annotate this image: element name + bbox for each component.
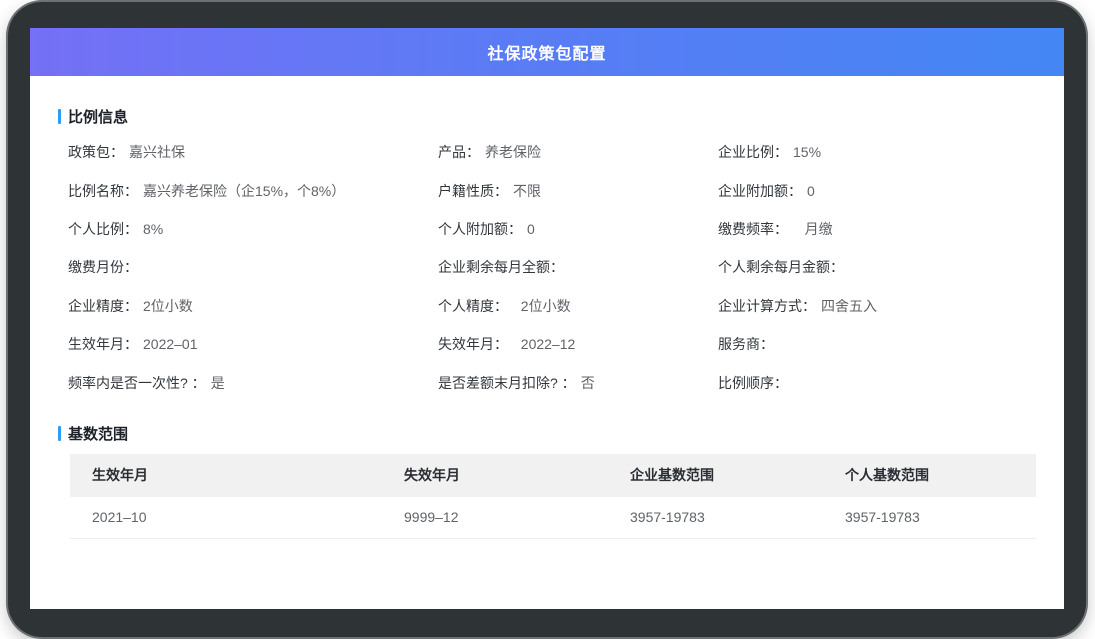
section-accent-bar xyxy=(58,109,61,124)
form-field: 企业计算方式：四舍五入 xyxy=(718,287,1036,325)
field-label: 比例名称： xyxy=(68,181,138,201)
field-label: 频率内是否一次性? ： xyxy=(68,373,206,393)
field-label: 失效年月： xyxy=(438,334,508,354)
table-header-row: 生效年月失效年月企业基数范围个人基数范围 xyxy=(70,454,1036,497)
field-label: 比例顺序： xyxy=(718,373,788,393)
table-header-cell: 失效年月 xyxy=(404,465,630,485)
form-field: 比例名称：嘉兴养老保险（企15%，个8%） xyxy=(68,171,438,209)
table-cell: 2021–10 xyxy=(92,509,404,525)
table-header-cell: 个人基数范围 xyxy=(845,465,1036,485)
form-field: 服务商： xyxy=(718,325,1036,363)
section-accent-bar xyxy=(58,426,61,441)
field-value: 2022–12 xyxy=(513,336,575,352)
field-label: 个人精度： xyxy=(438,296,508,316)
field-value: 8% xyxy=(143,221,163,237)
field-label: 生效年月： xyxy=(68,334,138,354)
form-field: 比例顺序： xyxy=(718,363,1036,401)
table-body: 2021–109999–123957-197833957-19783 xyxy=(70,497,1036,539)
field-label: 企业比例： xyxy=(718,142,788,162)
table-header-cell: 生效年月 xyxy=(92,465,404,485)
field-value: 养老保险 xyxy=(485,142,541,162)
form-field: 个人精度： 2位小数 xyxy=(438,287,718,325)
section-title-label: 比例信息 xyxy=(68,106,128,127)
field-value: 月缴 xyxy=(793,219,833,239)
main-content: 比例信息 政策包：嘉兴社保产品：养老保险企业比例：15%比例名称：嘉兴养老保险（… xyxy=(30,106,1064,539)
field-value: 嘉兴社保 xyxy=(129,142,185,162)
form-field: 失效年月： 2022–12 xyxy=(438,325,718,363)
field-label: 缴费频率： xyxy=(718,219,788,239)
field-value: 嘉兴养老保险（企15%，个8%） xyxy=(143,181,345,201)
field-value: 四舍五入 xyxy=(821,296,877,316)
field-label: 企业计算方式： xyxy=(718,296,816,316)
app-header: 社保政策包配置 xyxy=(30,28,1064,76)
table-cell: 3957-19783 xyxy=(630,509,845,525)
base-range-table: 生效年月失效年月企业基数范围个人基数范围 2021–109999–123957-… xyxy=(70,454,1036,539)
form-field: 企业精度：2位小数 xyxy=(68,287,438,325)
section-title-base-range: 基数范围 xyxy=(58,423,1036,444)
field-value: 否 xyxy=(581,373,595,393)
field-label: 企业精度： xyxy=(68,296,138,316)
field-label: 个人比例： xyxy=(68,219,138,239)
field-label: 产品： xyxy=(438,142,480,162)
field-value: 2位小数 xyxy=(513,296,571,316)
field-value: 不限 xyxy=(513,181,541,201)
form-field: 企业附加额： 0 xyxy=(718,171,1036,209)
section-title-ratio-info: 比例信息 xyxy=(58,106,1036,127)
field-label: 是否差额末月扣除? ： xyxy=(438,373,576,393)
form-field: 个人剩余每月金额： xyxy=(718,248,1036,286)
form-field: 企业比例： 15% xyxy=(718,133,1036,171)
app-window: 社保政策包配置 比例信息 政策包：嘉兴社保产品：养老保险企业比例：15%比例名称… xyxy=(30,28,1064,609)
form-field: 个人附加额： 0 xyxy=(438,210,718,248)
form-field: 缴费频率： 月缴 xyxy=(718,210,1036,248)
form-field: 政策包：嘉兴社保 xyxy=(68,133,438,171)
form-field: 频率内是否一次性? ：是 xyxy=(68,363,438,401)
field-label: 户籍性质： xyxy=(438,181,508,201)
field-value: 15% xyxy=(793,144,821,160)
form-field: 是否差额末月扣除? ：否 xyxy=(438,363,718,401)
form-field: 户籍性质：不限 xyxy=(438,171,718,209)
field-value: 2022–01 xyxy=(143,336,198,352)
form-field: 企业剩余每月全额： xyxy=(438,248,718,286)
table-header-cell: 企业基数范围 xyxy=(630,465,845,485)
field-value: 2位小数 xyxy=(143,296,193,316)
table-row: 2021–109999–123957-197833957-19783 xyxy=(70,497,1036,539)
form-field: 个人比例： 8% xyxy=(68,210,438,248)
field-label: 个人剩余每月金额： xyxy=(718,257,844,277)
field-label: 政策包： xyxy=(68,142,124,162)
form-field: 缴费月份： xyxy=(68,248,438,286)
field-label: 企业剩余每月全额： xyxy=(438,257,564,277)
section-title-label: 基数范围 xyxy=(68,423,128,444)
form-field: 生效年月： 2022–01 xyxy=(68,325,438,363)
field-value: 0 xyxy=(807,183,815,199)
form-field: 产品：养老保险 xyxy=(438,133,718,171)
ratio-info-grid: 政策包：嘉兴社保产品：养老保险企业比例：15%比例名称：嘉兴养老保险（企15%，… xyxy=(68,133,1036,402)
table-cell: 3957-19783 xyxy=(845,509,1036,525)
field-value: 0 xyxy=(527,221,535,237)
device-frame: 社保政策包配置 比例信息 政策包：嘉兴社保产品：养老保险企业比例：15%比例名称… xyxy=(8,2,1086,637)
field-value: 是 xyxy=(211,373,225,393)
field-label: 缴费月份： xyxy=(68,257,138,277)
page-title: 社保政策包配置 xyxy=(487,40,606,64)
field-label: 个人附加额： xyxy=(438,219,522,239)
field-label: 服务商： xyxy=(718,334,774,354)
table-cell: 9999–12 xyxy=(404,509,630,525)
field-label: 企业附加额： xyxy=(718,181,802,201)
